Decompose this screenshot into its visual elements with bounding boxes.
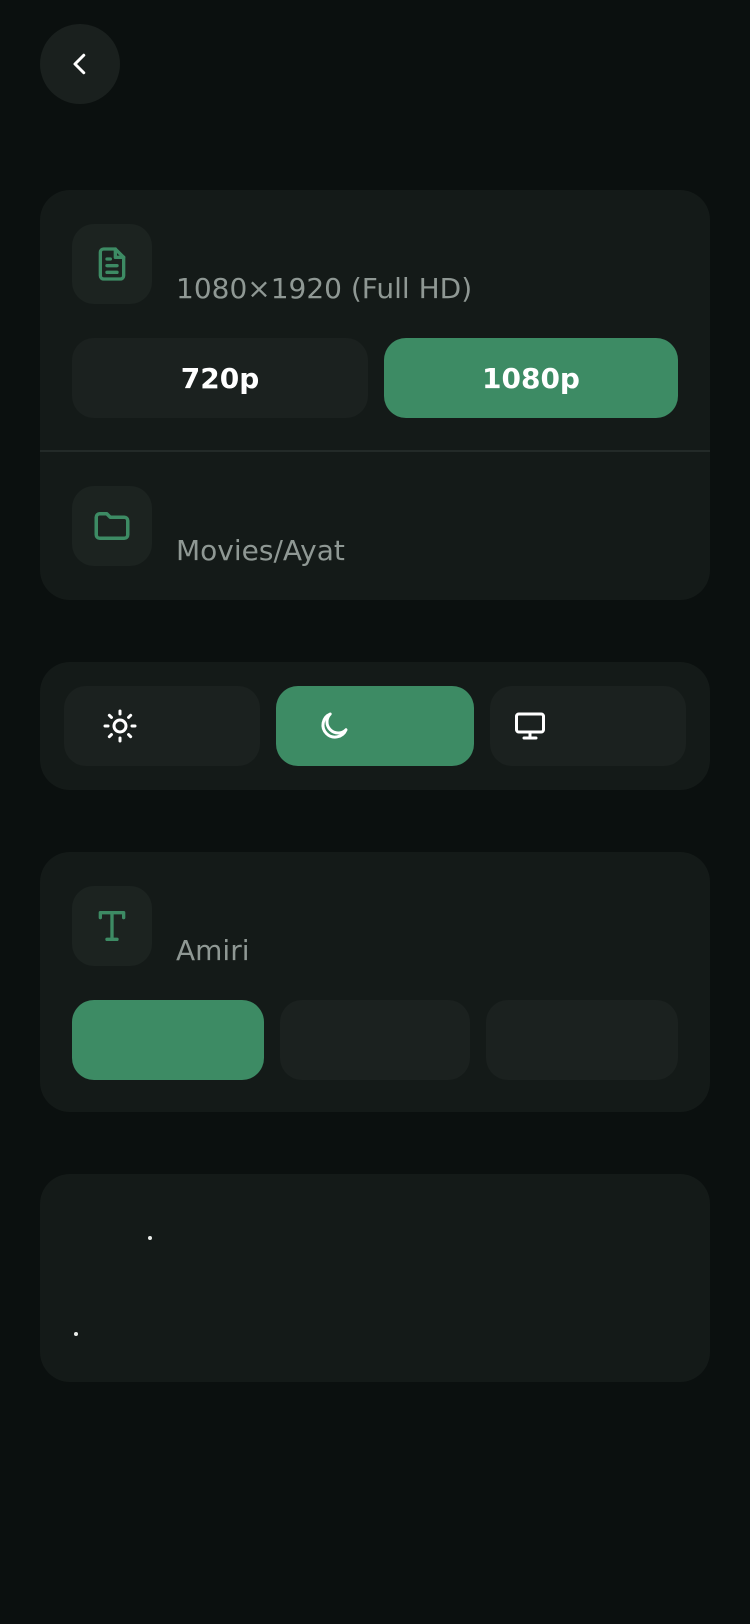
settings-screen: 1080×1920 (Full HD) 720p 1080p Movies/Ay…	[0, 0, 750, 1624]
font-value: Amiri	[176, 934, 250, 967]
resolution-720p-button[interactable]: 720p	[72, 338, 368, 418]
theme-light-button[interactable]	[64, 686, 260, 766]
export-settings-card: 1080×1920 (Full HD) 720p 1080p Movies/Ay…	[40, 190, 710, 600]
resolution-1080p-button[interactable]: 1080p	[384, 338, 678, 418]
resolution-value: 1080×1920 (Full HD)	[176, 272, 473, 305]
folder-icon	[94, 512, 130, 540]
moon-icon	[321, 712, 348, 739]
dot-marker	[148, 1236, 152, 1240]
dot-marker	[74, 1332, 78, 1336]
info-card	[40, 1174, 710, 1382]
back-button[interactable]	[40, 24, 120, 104]
type-icon	[98, 911, 126, 941]
theme-system-button[interactable]	[490, 686, 686, 766]
font-option-1-button[interactable]	[72, 1000, 264, 1080]
folder-icon-tile	[72, 486, 152, 566]
theme-card	[40, 662, 710, 790]
theme-dark-button[interactable]	[276, 686, 474, 766]
font-card: Amiri	[40, 852, 710, 1112]
sun-icon	[103, 709, 137, 743]
save-location-value[interactable]: Movies/Ayat	[176, 534, 345, 567]
font-icon-tile	[72, 886, 152, 966]
monitor-icon	[515, 712, 545, 740]
file-text-icon	[98, 247, 126, 281]
chevron-left-icon	[73, 53, 86, 75]
card-divider	[40, 450, 710, 452]
font-option-2-button[interactable]	[280, 1000, 470, 1080]
font-option-3-button[interactable]	[486, 1000, 678, 1080]
resolution-icon-tile	[72, 224, 152, 304]
